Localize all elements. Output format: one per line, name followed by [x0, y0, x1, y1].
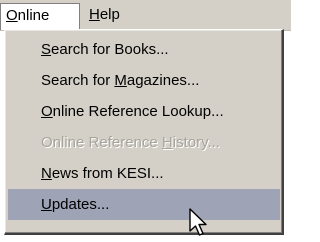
menu-item-accel: S [41, 41, 52, 58]
menu-online-rest: nline [17, 7, 50, 24]
menu-item-accel: U [41, 196, 52, 213]
menu-item-post: istory... [172, 134, 220, 151]
menu-help[interactable]: Help [84, 4, 125, 26]
menu-item-post: nline Reference Lookup... [52, 103, 224, 120]
menu-item-post: ews from KESI... [51, 165, 164, 182]
menu-item-news-from-kesi[interactable]: News from KESI... [8, 158, 280, 189]
menu-item-pre: Search for [41, 72, 115, 89]
menu-online-accel: O [6, 7, 18, 24]
menu-item-accel: O [41, 103, 53, 120]
menu-item-search-magazines[interactable]: Search for Magazines... [8, 65, 280, 96]
menu-item-search-books[interactable]: Search for Books... [8, 34, 280, 65]
menu-item-post: agazines... [126, 72, 200, 89]
arrow-cursor-icon [189, 208, 207, 236]
menu-item-pre: Online Reference [41, 134, 162, 151]
menu-item-online-reference-history: Online Reference History... [8, 127, 280, 158]
menu-item-post: pdates... [51, 196, 110, 213]
menu-item-accel: H [161, 134, 173, 151]
screenshot-stage: Online Help Search for Books... Search f… [0, 0, 291, 242]
menu-item-post: earch for Books... [51, 41, 169, 58]
online-dropdown-menu: Search for Books... Search for Magazines… [4, 29, 284, 235]
menu-help-accel: H [89, 6, 100, 23]
menu-item-accel: N [41, 165, 52, 182]
menu-item-accel: M [114, 72, 127, 89]
menu-help-rest: elp [99, 6, 120, 23]
menu-item-updates[interactable]: Updates... [8, 189, 280, 220]
menu-bar: Online Help [0, 0, 291, 31]
menu-item-online-reference-lookup[interactable]: Online Reference Lookup... [8, 96, 280, 127]
menu-online[interactable]: Online [0, 3, 80, 30]
